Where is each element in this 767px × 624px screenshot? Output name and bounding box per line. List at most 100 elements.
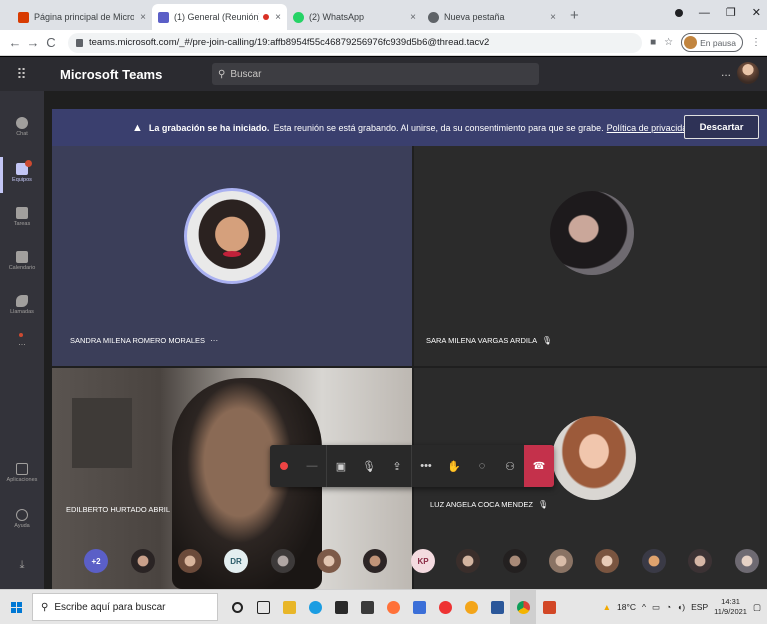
- share-screen-icon[interactable]: ⇪: [383, 445, 411, 487]
- opera-icon[interactable]: [432, 590, 458, 624]
- tab-teams-meeting[interactable]: (1) General (Reunión) | Micro ×: [152, 4, 287, 30]
- strip-avatar[interactable]: [131, 549, 155, 573]
- edge-icon[interactable]: [302, 590, 328, 624]
- taskbar-apps: [224, 589, 562, 624]
- strip-avatar[interactable]: [735, 549, 759, 573]
- close-tab-icon[interactable]: ×: [550, 12, 556, 23]
- camera-off-icon[interactable]: ▣: [327, 445, 355, 487]
- chat-icon: [16, 117, 28, 129]
- rail-item-tareas[interactable]: Tareas: [0, 207, 44, 227]
- chat-icon[interactable]: ◌: [468, 445, 496, 487]
- new-tab-button[interactable]: +: [570, 7, 579, 24]
- store-icon[interactable]: [328, 590, 354, 624]
- recording-icon: [263, 14, 270, 20]
- strip-avatar[interactable]: [642, 549, 666, 573]
- participant-photo: [550, 191, 634, 275]
- rail-item-equipos[interactable]: Equipos: [0, 160, 44, 183]
- strip-avatar-initials[interactable]: DR: [224, 549, 248, 573]
- raise-hand-icon[interactable]: ✋: [440, 445, 468, 487]
- participant-strip: +2 DR KP: [84, 543, 767, 585]
- profile-button[interactable]: En pausa: [681, 33, 743, 52]
- rail-item-chat[interactable]: Chat: [0, 117, 44, 137]
- rail-item-calendario[interactable]: Calendario: [0, 251, 44, 271]
- strip-avatar[interactable]: [317, 549, 341, 573]
- strip-avatar[interactable]: [595, 549, 619, 573]
- participant-name: LUZ ANGELA COCA MENDEZ 🎙: [430, 500, 549, 509]
- app-rail: Chat Equipos Tareas Calendario Llamadas …: [0, 91, 44, 589]
- tab-whatsapp[interactable]: (2) WhatsApp ×: [287, 4, 422, 30]
- participant-tile[interactable]: SARA MILENA VARGAS ARDILA 🎙: [414, 146, 767, 366]
- cortana-icon[interactable]: [224, 590, 250, 624]
- clock[interactable]: 14:31 11/9/2021: [714, 597, 747, 617]
- restore-icon[interactable]: ❐: [726, 6, 736, 19]
- dismiss-button[interactable]: Descartar: [684, 115, 759, 139]
- strip-avatar[interactable]: [271, 549, 295, 573]
- privacy-link[interactable]: Política de privacidad: [607, 123, 693, 133]
- tab-search-icon[interactable]: [674, 8, 683, 17]
- weather-temp[interactable]: 18°C: [617, 602, 636, 612]
- rail-item-ayuda[interactable]: Ayuda: [0, 509, 44, 529]
- rail-label: Llamadas: [10, 309, 34, 315]
- minimize-icon[interactable]: —: [699, 7, 710, 19]
- app-launcher-icon[interactable]: ⠿: [0, 66, 44, 83]
- close-window-icon[interactable]: ✕: [752, 6, 761, 19]
- strip-avatar[interactable]: [456, 549, 480, 573]
- user-avatar[interactable]: [737, 62, 759, 84]
- battery-icon[interactable]: ▭: [652, 602, 660, 613]
- rail-download[interactable]: ⤓: [0, 559, 44, 572]
- chrome-canary-icon[interactable]: [458, 590, 484, 624]
- star-icon[interactable]: ☆: [664, 37, 673, 48]
- reload-icon[interactable]: C: [42, 35, 60, 50]
- powerpoint-icon[interactable]: [536, 590, 562, 624]
- menu-icon[interactable]: ⋮: [751, 37, 761, 48]
- word-icon[interactable]: [484, 590, 510, 624]
- back-icon[interactable]: ←: [6, 35, 24, 50]
- url-field[interactable]: teams.microsoft.com/_#/pre-join-calling/…: [68, 32, 643, 53]
- start-button[interactable]: [0, 601, 32, 613]
- strip-avatar-initials[interactable]: KP: [411, 549, 435, 573]
- strip-avatar[interactable]: [688, 549, 712, 573]
- search-input[interactable]: ⚲ Buscar: [212, 63, 539, 85]
- more-options-icon[interactable]: ···: [210, 336, 218, 345]
- task-view-icon[interactable]: [250, 590, 276, 624]
- mail-icon[interactable]: [354, 590, 380, 624]
- strip-avatar[interactable]: [178, 549, 202, 573]
- tray-overflow-icon[interactable]: ^: [642, 602, 646, 612]
- weather-icon[interactable]: ▲: [603, 602, 611, 612]
- chrome-taskbar-icon[interactable]: [510, 589, 536, 624]
- rail-item-more[interactable]: ...: [0, 333, 44, 347]
- profile-status: En pausa: [700, 37, 736, 48]
- participants-icon[interactable]: ⚇: [496, 445, 524, 487]
- app-s-icon[interactable]: [406, 590, 432, 624]
- overflow-count[interactable]: +2: [84, 549, 108, 573]
- file-explorer-icon[interactable]: [276, 590, 302, 624]
- taskbar-search[interactable]: ⚲ Escribe aquí para buscar: [32, 593, 218, 621]
- more-options-icon[interactable]: ...: [721, 65, 731, 79]
- close-tab-icon[interactable]: ×: [410, 12, 416, 23]
- close-tab-icon[interactable]: ×: [140, 12, 146, 23]
- teams-icon: [158, 11, 169, 23]
- volume-icon[interactable]: ◖): [677, 602, 685, 612]
- notifications-icon[interactable]: ▢: [753, 602, 761, 613]
- strip-avatar[interactable]: [363, 549, 387, 573]
- mic-muted-icon[interactable]: 🎙: [355, 445, 383, 487]
- tab-title: Nueva pestaña: [444, 12, 505, 22]
- camera-icon[interactable]: ■: [650, 37, 656, 48]
- strip-avatar[interactable]: [503, 549, 527, 573]
- rail-item-llamadas[interactable]: Llamadas: [0, 295, 44, 315]
- more-actions-icon[interactable]: •••: [412, 445, 440, 487]
- address-bar-row: ← → C teams.microsoft.com/_#/pre-join-ca…: [0, 30, 767, 56]
- screen: Página principal de Microsoft Off × (1) …: [0, 0, 767, 624]
- network-icon[interactable]: ◔: [666, 602, 671, 612]
- strip-avatar[interactable]: [549, 549, 573, 573]
- tab-microsoft-office[interactable]: Página principal de Microsoft Off ×: [12, 4, 152, 30]
- language-indicator[interactable]: ESP: [691, 602, 708, 612]
- participant-tile[interactable]: SANDRA MILENA ROMERO MORALES ···: [52, 146, 412, 366]
- firefox-icon[interactable]: [380, 590, 406, 624]
- close-tab-icon[interactable]: ×: [275, 12, 281, 23]
- hang-up-button[interactable]: ☎: [524, 445, 554, 487]
- rail-item-aplicaciones[interactable]: Aplicaciones: [0, 463, 44, 483]
- forward-icon[interactable]: →: [24, 35, 42, 50]
- tab-new-tab[interactable]: Nueva pestaña ×: [422, 4, 562, 30]
- profile-avatar: [684, 36, 698, 49]
